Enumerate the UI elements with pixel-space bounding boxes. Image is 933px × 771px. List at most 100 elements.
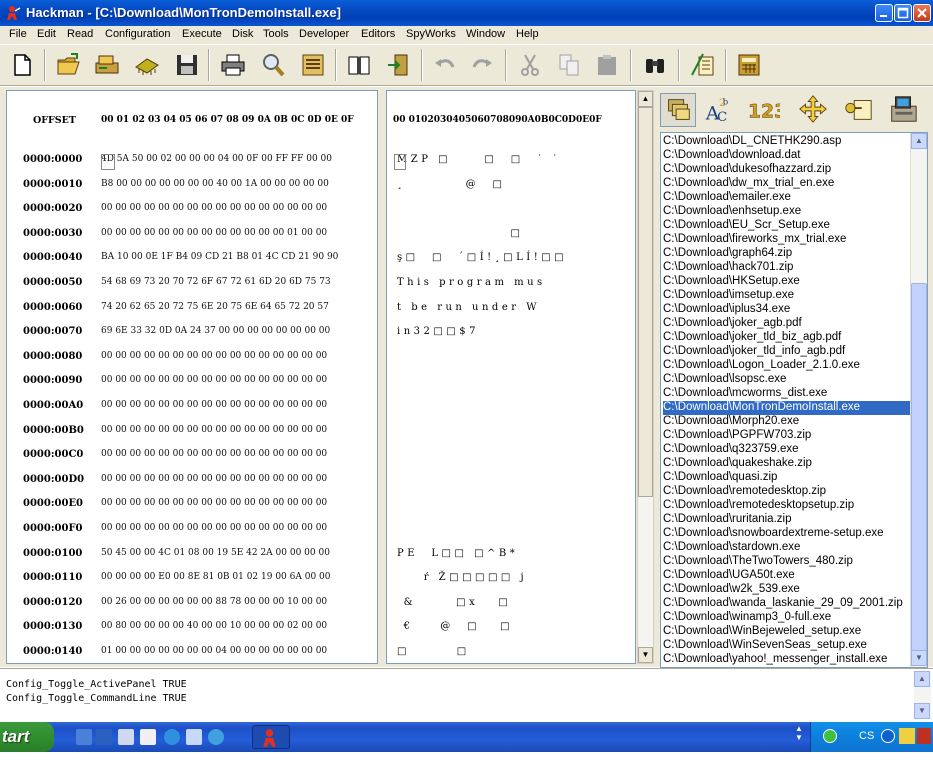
ascii-row[interactable]: PE L□□ □^B*	[397, 548, 518, 564]
numbers-123-icon[interactable]: 123	[746, 93, 788, 127]
file-item[interactable]: C:\Download\ruritania.zip	[663, 513, 791, 527]
row-bytes[interactable]: 74 20 62 65 20 72 75 6E 20 75 6E 64 65 7…	[101, 302, 329, 312]
file-item[interactable]: C:\Download\remotedesktopsetup.zip	[663, 499, 854, 513]
file-item[interactable]: C:\Download\joker_tld_info_agb.pdf	[663, 345, 845, 359]
key-note-icon[interactable]	[841, 93, 877, 127]
file-list[interactable]: C:\Download\DL_CNETHK290.asp C:\Download\…	[660, 132, 928, 668]
file-scroll-down-arrow[interactable]: ▼	[911, 650, 927, 666]
quicklaunch-icon[interactable]	[140, 729, 156, 745]
copy-icon[interactable]	[555, 51, 583, 79]
open-folder-icon[interactable]	[55, 51, 83, 79]
maximize-button[interactable]	[894, 4, 912, 22]
file-item[interactable]: C:\Download\EU_Scr_Setup.exe	[663, 219, 830, 233]
menu-configuration[interactable]: Configuration	[105, 28, 170, 40]
ascii-row[interactable]: ¸ @ □	[397, 179, 505, 195]
tray-app-icon[interactable]	[917, 728, 931, 744]
cmd-scroll-up-arrow[interactable]: ▲	[914, 671, 930, 687]
row-bytes[interactable]: 00 00 00 00 00 00 00 00 00 00 00 00 00 0…	[101, 400, 327, 410]
row-bytes[interactable]: B8 00 00 00 00 00 00 00 40 00 1A 00 00 0…	[101, 179, 329, 189]
ascii-row[interactable]: This program mus	[397, 277, 546, 293]
file-scroll-up-arrow[interactable]: ▲	[911, 133, 927, 149]
binoculars-icon[interactable]	[641, 51, 669, 79]
row-bytes[interactable]: 00 00 00 00 E0 00 8E 81 0B 01 02 19 00 6…	[101, 572, 331, 582]
file-item[interactable]: C:\Download\dw_mx_trial_en.exe	[663, 177, 834, 191]
menu-tools[interactable]: Tools	[263, 28, 289, 40]
file-list-scrollbar[interactable]: ▲ ▼	[910, 133, 927, 667]
row-bytes[interactable]: 69 6E 33 32 0D 0A 24 37 00 00 00 00 00 0…	[101, 326, 330, 336]
menu-editors[interactable]: Editors	[361, 28, 395, 40]
quicklaunch-icon[interactable]	[96, 729, 112, 745]
menu-file[interactable]: File	[9, 28, 27, 40]
network-icon[interactable]	[823, 729, 837, 743]
file-item[interactable]: C:\Download\snowboardextreme-setup.exe	[663, 527, 884, 541]
ascii-row[interactable]: □ □	[397, 646, 470, 662]
file-item[interactable]: C:\Download\Morph20.exe	[663, 415, 799, 429]
menu-read[interactable]: Read	[67, 28, 93, 40]
scroll-up-arrow[interactable]: ▲	[638, 91, 653, 107]
row-bytes[interactable]: 00 00 00 00 00 00 00 00 00 00 00 00 00 0…	[101, 375, 327, 385]
quicklaunch-icon[interactable]	[208, 729, 224, 745]
menu-execute[interactable]: Execute	[182, 28, 222, 40]
row-bytes[interactable]: 00 00 00 00 00 00 00 00 00 00 00 00 00 0…	[101, 474, 327, 484]
open-drive-icon[interactable]	[93, 51, 121, 79]
undo-icon[interactable]	[431, 51, 459, 79]
tray-app-icon[interactable]	[899, 728, 915, 744]
calculator-bars-icon[interactable]	[299, 51, 327, 79]
calculator-icon[interactable]	[735, 51, 763, 79]
tray-scroll-icon[interactable]: ▲ ▼	[795, 724, 807, 748]
file-item-selected[interactable]: C:\Download\MonTronDemoInstall.exe	[663, 401, 911, 415]
file-item[interactable]: C:\Download\winamp3_0-full.exe	[663, 611, 831, 625]
cut-icon[interactable]	[516, 51, 544, 79]
row-bytes[interactable]: 00 00 00 00 00 00 00 00 00 00 00 00 00 0…	[101, 425, 327, 435]
computer-icon[interactable]	[886, 93, 922, 127]
language-indicator[interactable]: CS	[859, 730, 874, 742]
paste-icon[interactable]	[593, 51, 621, 79]
ascii-row[interactable]: ş□ □ ´□Í!¸□LÍ!□□	[397, 252, 567, 268]
menu-developer[interactable]: Developer	[299, 28, 349, 40]
row-bytes[interactable]: 00 00 00 00 00 00 00 00 00 00 00 00 00 0…	[101, 228, 327, 238]
file-item[interactable]: C:\Download\fireworks_mx_trial.exe	[663, 233, 846, 247]
file-item[interactable]: C:\Download\UGA50t.exe	[663, 569, 795, 583]
menu-help[interactable]: Help	[516, 28, 539, 40]
quicklaunch-icon[interactable]	[186, 729, 202, 745]
ascii-row[interactable]: t be run under W	[397, 302, 540, 318]
hex-panel[interactable]: OFFSET 00 01 02 03 04 05 06 07 08 09 0A …	[6, 90, 378, 664]
command-output[interactable]: Config_Toggle_ActivePanel TRUE Config_To…	[0, 668, 933, 720]
file-item[interactable]: C:\Download\mcworms_dist.exe	[663, 387, 827, 401]
tray-arrow-icon[interactable]	[881, 729, 895, 743]
row-bytes[interactable]: 00 00 00 00 00 00 00 00 00 00 00 00 00 0…	[101, 449, 327, 459]
menu-edit[interactable]: Edit	[37, 28, 56, 40]
row-bytes[interactable]: BA 10 00 0E 1F B4 09 CD 21 B8 01 4C CD 2…	[101, 252, 338, 262]
file-item[interactable]: C:\Download\joker_agb.pdf	[663, 317, 802, 331]
ruler-icon[interactable]	[689, 51, 717, 79]
quicklaunch-notepad-icon[interactable]	[76, 729, 92, 745]
row-bytes[interactable]: 00 00 00 00 00 00 00 00 00 00 00 00 00 0…	[101, 203, 327, 213]
move-arrows-icon[interactable]	[796, 93, 832, 127]
file-scroll-thumb[interactable]	[911, 283, 927, 651]
file-item[interactable]: C:\Download\HKSetup.exe	[663, 275, 800, 289]
title-bar[interactable]: Hackman - [C:\Download\MonTronDemoInstal…	[0, 0, 933, 26]
memory-chip-icon[interactable]	[133, 51, 161, 79]
find-icon[interactable]	[259, 51, 287, 79]
row-bytes[interactable]: 54 68 69 73 20 70 72 6F 67 72 61 6D 20 6…	[101, 277, 331, 287]
file-item[interactable]: C:\Download\iplus34.exe	[663, 303, 790, 317]
scroll-thumb[interactable]	[638, 107, 653, 497]
file-item[interactable]: C:\Download\remotedesktop.zip	[663, 485, 826, 499]
file-item[interactable]: C:\Download\PGPFW703.zip	[663, 429, 811, 443]
save-disk-icon[interactable]	[173, 51, 201, 79]
file-item[interactable]: C:\Download\hack701.zip	[663, 261, 793, 275]
taskbar-hackman-button[interactable]	[252, 725, 290, 749]
ascii-row[interactable]: & □x □	[397, 597, 511, 613]
file-item[interactable]: C:\Download\w2k_539.exe	[663, 583, 800, 597]
file-item[interactable]: C:\Download\stardown.exe	[663, 541, 800, 555]
file-item[interactable]: C:\Download\q323759.exe	[663, 443, 799, 457]
row-bytes[interactable]: 00 80 00 00 00 00 40 00 00 10 00 00 00 0…	[101, 621, 327, 631]
file-item[interactable]: C:\Download\dukesofhazzard.zip	[663, 163, 831, 177]
new-file-icon[interactable]	[8, 51, 36, 79]
hex-scrollbar[interactable]: ▲ ▼	[637, 90, 654, 664]
row-bytes[interactable]: 00 26 00 00 00 00 00 00 88 78 00 00 00 1…	[101, 597, 327, 607]
file-item[interactable]: C:\Download\joker_tld_biz_agb.pdf	[663, 331, 841, 345]
ascii-row[interactable]: € @ □ □	[397, 621, 513, 637]
row-bytes[interactable]: 00 00 00 00 00 00 00 00 00 00 00 00 00 0…	[101, 523, 327, 533]
start-button[interactable]: tart	[0, 722, 54, 752]
